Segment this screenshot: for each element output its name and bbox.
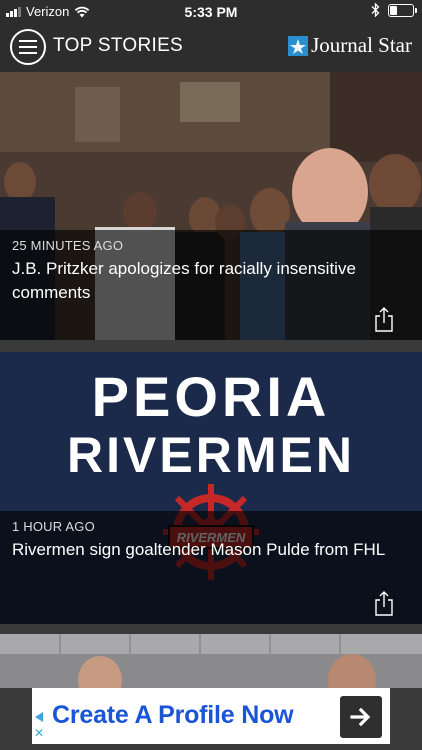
story-timestamp: 1 HOUR AGO	[12, 519, 95, 534]
section-title: TOP STORIES	[53, 35, 184, 56]
story-card[interactable]: PEORIA RIVERMEN RIVERMEN 1 HOUR AGO Rive…	[0, 352, 422, 624]
story-caption: 25 MINUTES AGO J.B. Pritzker apologizes …	[0, 230, 422, 340]
share-icon[interactable]	[374, 306, 394, 332]
card-separator	[0, 340, 422, 352]
adchoices-icon[interactable]: ✕	[32, 710, 46, 744]
ad-banner-container: Create A Profile Now ✕	[0, 688, 422, 750]
meeting-room-photo	[0, 634, 422, 690]
logo-text: Journal Star	[311, 33, 412, 57]
story-timestamp: 25 MINUTES AGO	[12, 238, 124, 253]
graphic-title-line1: PEORIA	[92, 365, 331, 428]
card-separator	[0, 624, 422, 634]
story-headline[interactable]: J.B. Pritzker apologizes for racially in…	[12, 257, 410, 305]
hamburger-menu-icon[interactable]	[10, 29, 46, 65]
ad-close-icon[interactable]: ✕	[34, 726, 44, 740]
star-logo-icon	[288, 35, 309, 56]
top-nav-bar: TOP STORIES Journal Star	[0, 24, 422, 72]
story-card[interactable]	[0, 634, 422, 690]
ad-banner[interactable]: Create A Profile Now	[32, 688, 390, 744]
story-headline[interactable]: Rivermen sign goaltender Mason Pulde fro…	[12, 538, 410, 562]
share-icon[interactable]	[374, 590, 394, 616]
clock: 5:33 PM	[184, 4, 238, 20]
story-card[interactable]: 25 MINUTES AGO J.B. Pritzker apologizes …	[0, 72, 422, 340]
arrow-right-icon[interactable]	[340, 696, 382, 738]
ad-text[interactable]: Create A Profile Now	[52, 701, 294, 730]
battery-icon	[388, 3, 417, 17]
graphic-title-line2: RIVERMEN	[67, 427, 355, 483]
story-caption: 1 HOUR AGO Rivermen sign goaltender Maso…	[0, 511, 422, 624]
journal-star-logo[interactable]: Journal Star	[288, 33, 412, 58]
status-bar: Verizon 5:33 PM	[0, 0, 422, 24]
bluetooth-icon	[371, 3, 380, 17]
